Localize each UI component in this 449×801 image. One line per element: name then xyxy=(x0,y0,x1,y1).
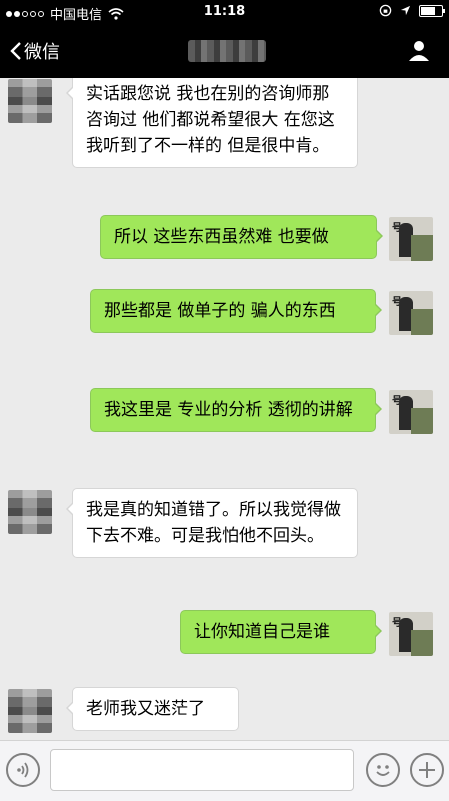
message-bubble-outgoing: 所以 这些东西虽然难 也要做 xyxy=(100,215,383,259)
battery-icon xyxy=(419,4,445,17)
message-bubble-incoming: 老师我又迷茫了 xyxy=(66,687,239,731)
status-bar: 中国电信 11:18 xyxy=(0,0,449,24)
message-bubble-outgoing: 我这里是 专业的分析 透彻的讲解 xyxy=(90,388,382,432)
peer-avatar[interactable] xyxy=(8,490,52,534)
my-avatar[interactable]: 号 xyxy=(389,217,433,261)
input-bar xyxy=(0,740,449,801)
plus-icon xyxy=(419,762,435,778)
more-button[interactable] xyxy=(410,753,444,787)
message-list: 实话跟您说 我也在别的咨询师那咨询过 他们都说希望很大 在您这 我听到了不一样的… xyxy=(0,78,449,740)
my-avatar[interactable]: 号 xyxy=(389,612,433,656)
profile-icon[interactable] xyxy=(407,38,431,62)
my-avatar[interactable]: 号 xyxy=(389,291,433,335)
voice-button[interactable] xyxy=(6,753,40,787)
message-bubble-incoming: 我是真的知道错了。所以我觉得做下去不难。可是我怕他不回头。 xyxy=(66,488,358,558)
back-chevron-icon xyxy=(10,42,21,60)
message-bubble-incoming: 实话跟您说 我也在别的咨询师那咨询过 他们都说希望很大 在您这 我听到了不一样的… xyxy=(66,78,358,168)
message-bubble-outgoing: 那些都是 做单子的 骗人的东西 xyxy=(90,289,382,333)
message-bubble-outgoing: 让你知道自己是谁 xyxy=(180,610,382,654)
chat-title xyxy=(188,40,266,62)
lock-rotation-icon xyxy=(379,4,392,17)
location-icon xyxy=(400,5,411,16)
my-avatar[interactable]: 号 xyxy=(389,390,433,434)
back-button[interactable]: 微信 xyxy=(10,38,60,64)
peer-avatar[interactable] xyxy=(8,689,52,733)
emoji-button[interactable] xyxy=(366,753,400,787)
top-bar: 中国电信 11:18 微信 xyxy=(0,0,449,78)
back-label: 微信 xyxy=(24,42,60,63)
nav-bar: 微信 xyxy=(0,26,449,76)
message-input[interactable] xyxy=(50,749,354,791)
peer-avatar[interactable] xyxy=(8,79,52,123)
emoji-icon xyxy=(376,765,390,776)
voice-icon xyxy=(17,762,29,778)
